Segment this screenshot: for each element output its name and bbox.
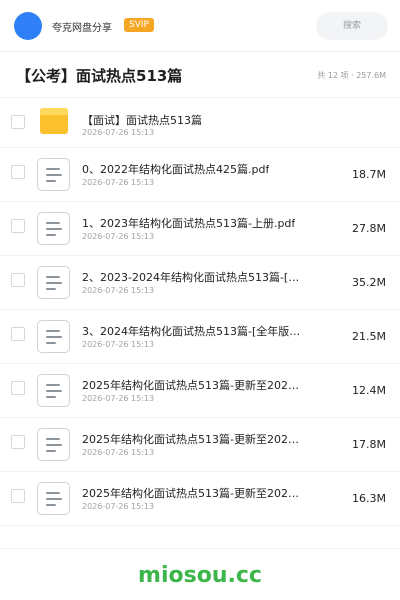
item-date: 2026-07-26 15:13 [82,340,155,349]
site-brand: miosou.cc [138,563,262,588]
avatar[interactable] [14,12,42,40]
document-icon [37,428,70,461]
select-checkbox[interactable] [11,327,25,341]
list-item[interactable]: 【面试】面试热点513篇 2026-07-26 15:13 [0,98,400,148]
header: 夸克网盘分享 SVIP 搜索 [0,0,400,52]
select-checkbox[interactable] [11,115,25,129]
item-date: 2026-07-26 15:13 [82,394,155,403]
item-size: 12.4M [352,384,386,397]
item-size: 35.2M [352,276,386,289]
list-item[interactable]: 2025年结构化面试热点513篇-更新至2025… 2026-07-26 15:… [0,418,400,472]
item-name: 2025年结构化面试热点513篇-更新至2025… [82,433,302,446]
item-size: 17.8M [352,438,386,451]
list-item[interactable]: 2025年结构化面试热点513篇-更新至2025… 2026-07-26 15:… [0,472,400,526]
item-size: 27.8M [352,222,386,235]
file-list: 【面试】面试热点513篇 2026-07-26 15:13 0、2022年结构化… [0,98,400,526]
document-icon [37,266,70,299]
item-date: 2026-07-26 15:13 [82,128,155,137]
item-date: 2026-07-26 15:13 [82,178,155,187]
item-date: 2026-07-26 15:13 [82,286,155,295]
document-icon [37,212,70,245]
folder-icon [40,108,68,134]
select-checkbox[interactable] [11,381,25,395]
select-checkbox[interactable] [11,219,25,233]
list-item[interactable]: 1、2023年结构化面试热点513篇-上册.pdf 2026-07-26 15:… [0,202,400,256]
search-input[interactable]: 搜索 [316,12,388,40]
list-item[interactable]: 2025年结构化面试热点513篇-更新至2025… 2026-07-26 15:… [0,364,400,418]
item-size: 16.3M [352,492,386,505]
item-name: 2025年结构化面试热点513篇-更新至2025… [82,487,302,500]
item-name: 1、2023年结构化面试热点513篇-上册.pdf [82,217,296,230]
select-checkbox[interactable] [11,165,25,179]
item-date: 2026-07-26 15:13 [82,448,155,457]
list-item[interactable]: 0、2022年结构化面试热点425篇.pdf 2026-07-26 15:13 … [0,148,400,202]
select-checkbox[interactable] [11,435,25,449]
document-icon [37,158,70,191]
item-name: 0、2022年结构化面试热点425篇.pdf [82,163,270,176]
item-name: 2、2023-2024年结构化面试热点513篇-[… [82,271,300,284]
folder-meta: 共 12 项 · 257.6M [317,71,386,80]
item-date: 2026-07-26 15:13 [82,502,155,511]
document-icon [37,482,70,515]
select-checkbox[interactable] [11,489,25,503]
list-item[interactable]: 3、2024年结构化面试热点513篇-[全年版]-… 2026-07-26 15… [0,310,400,364]
document-icon [37,374,70,407]
item-name: 2025年结构化面试热点513篇-更新至2025… [82,379,302,392]
item-name: 【面试】面试热点513篇 [82,114,202,127]
item-date: 2026-07-26 15:13 [82,232,155,241]
item-size: 21.5M [352,330,386,343]
item-size: 18.7M [352,168,386,181]
item-name: 3、2024年结构化面试热点513篇-[全年版]-… [82,325,302,338]
select-checkbox[interactable] [11,273,25,287]
footer: miosou.cc [0,548,400,600]
app-title: 夸克网盘分享 [52,23,112,34]
folder-header: 【公考】面试热点513篇 共 12 项 · 257.6M [0,52,400,98]
svip-badge: SVIP [124,18,154,32]
document-icon [37,320,70,353]
list-item[interactable]: 2、2023-2024年结构化面试热点513篇-[… 2026-07-26 15… [0,256,400,310]
page-title: 【公考】面试热点513篇 [16,67,183,85]
